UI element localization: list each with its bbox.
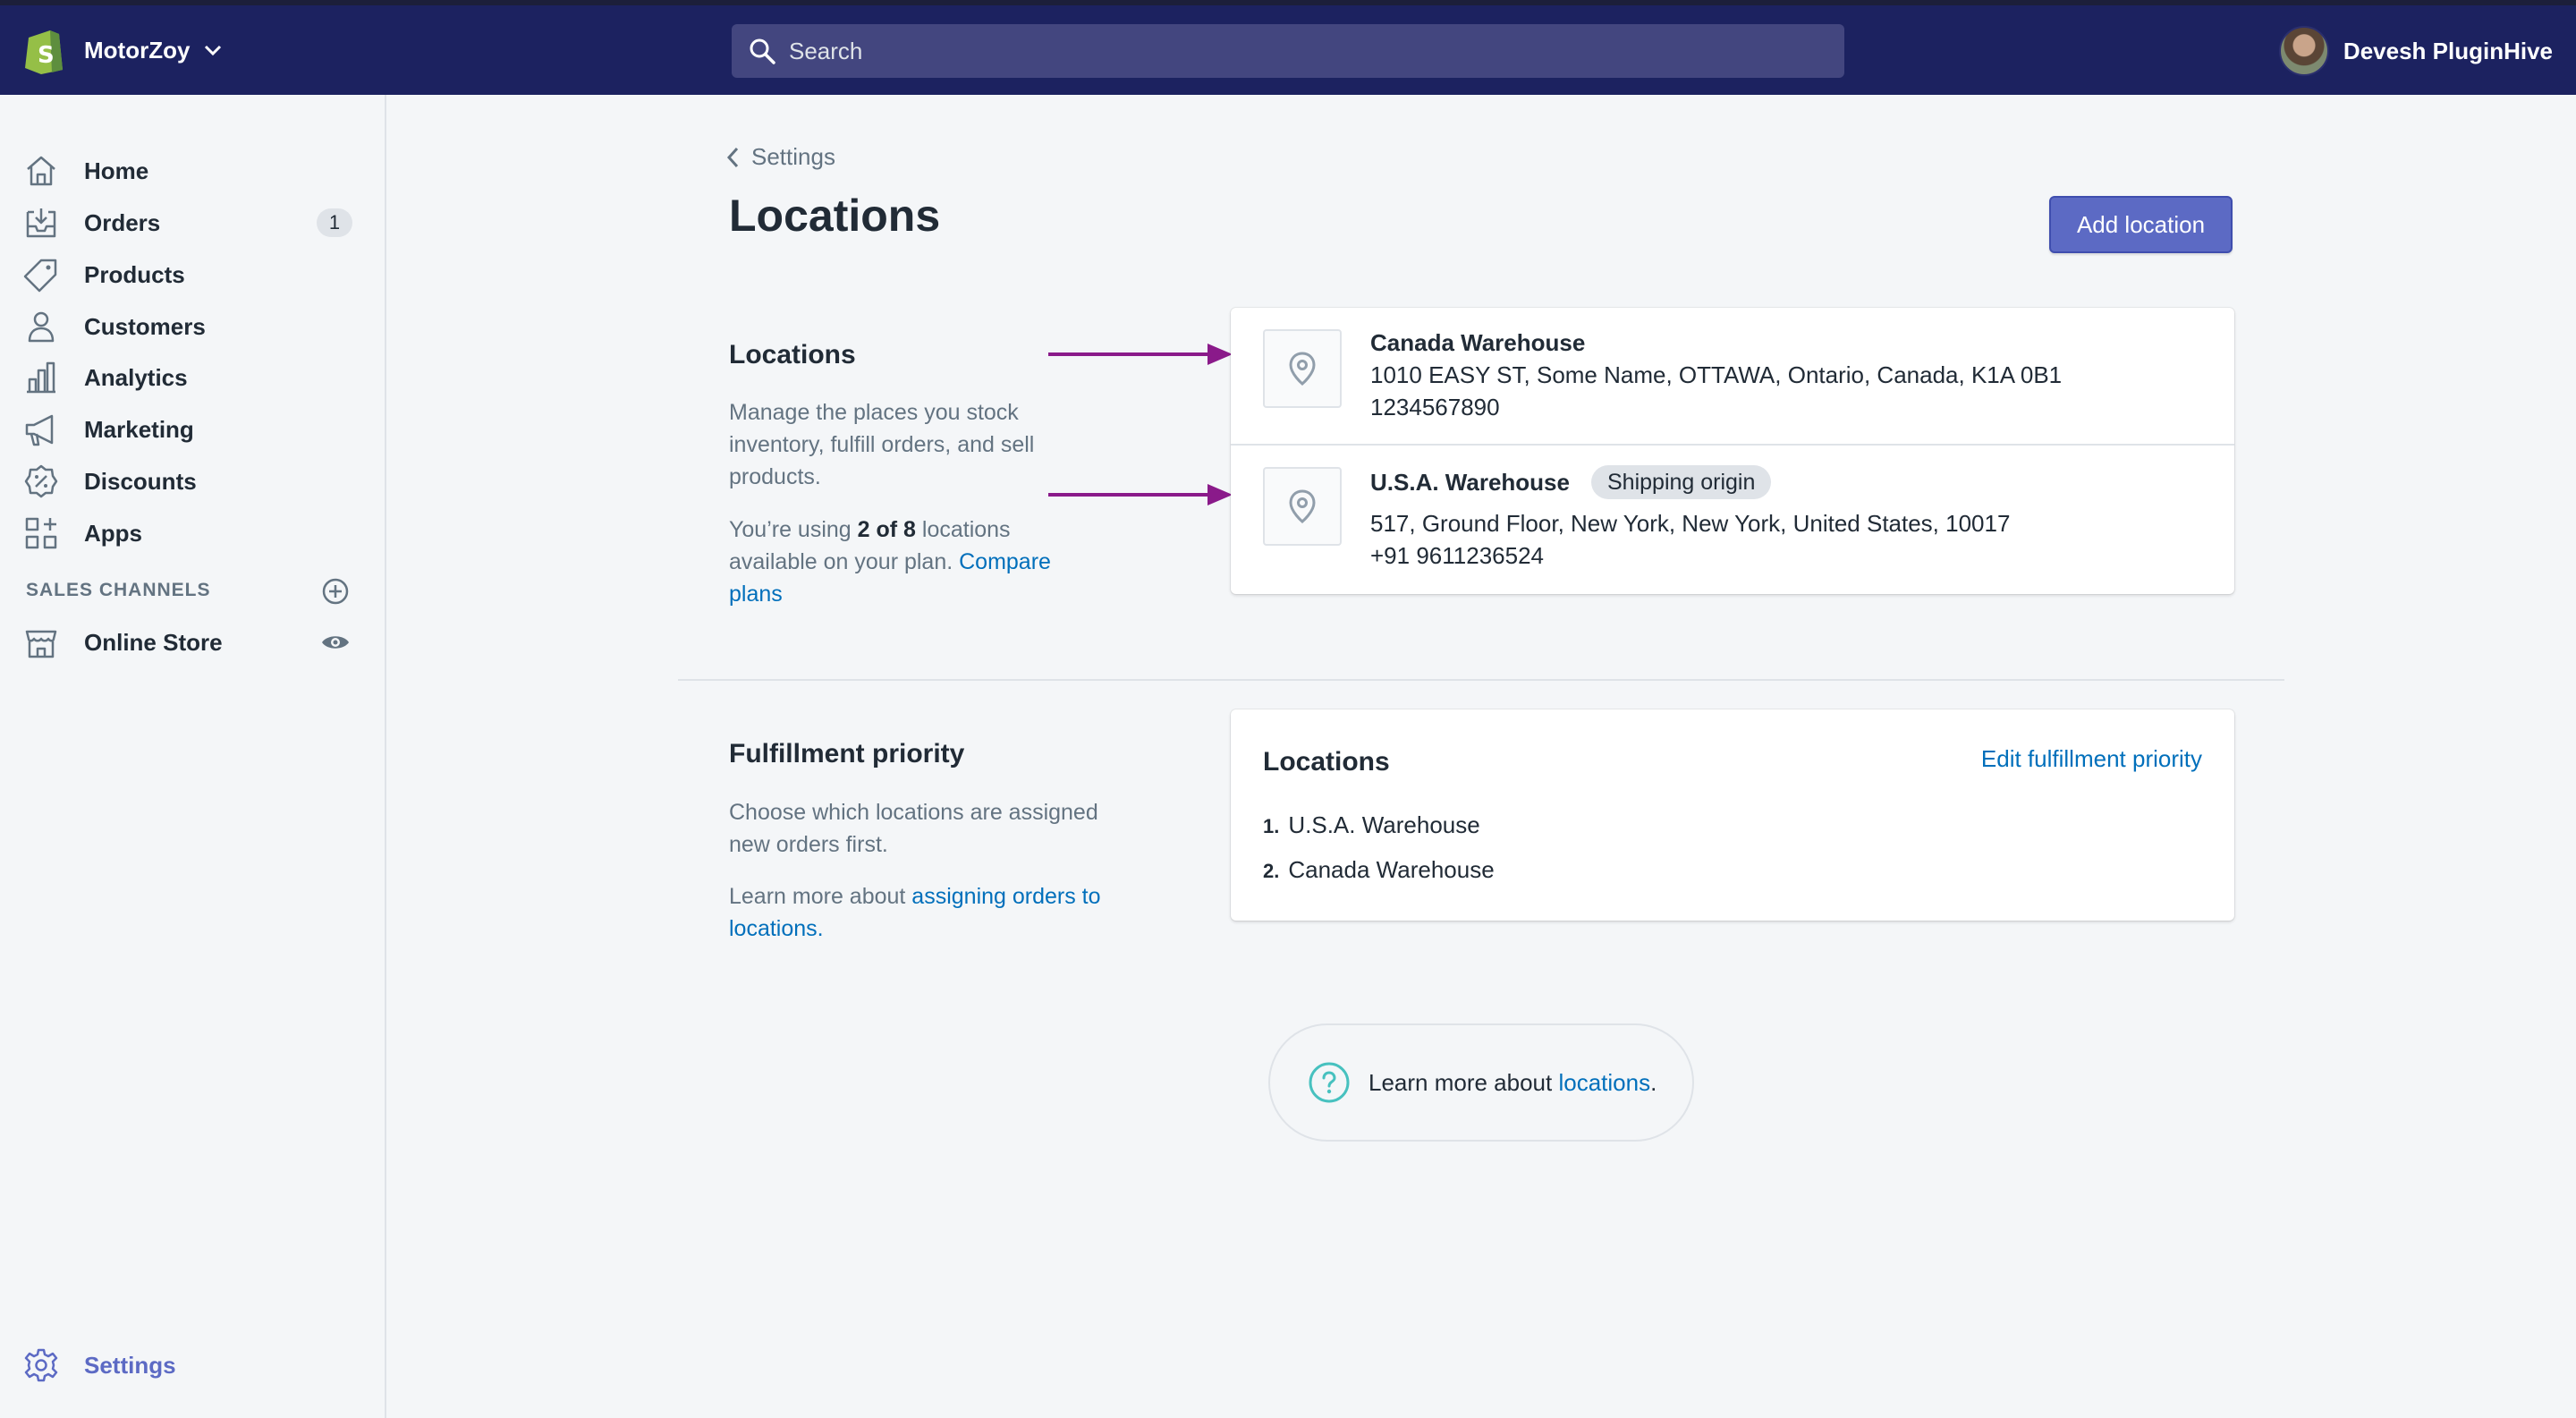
annotation-arrow-icon — [1048, 344, 1233, 365]
map-pin-icon — [1289, 352, 1316, 386]
priority-number: 2. — [1263, 860, 1280, 882]
sidebar-item-settings[interactable]: Settings — [0, 1339, 385, 1391]
location-row-usa[interactable]: U.S.A. Warehouse Shipping origin 517, Gr… — [1231, 446, 2234, 594]
section-divider — [678, 679, 2284, 681]
priority-location: U.S.A. Warehouse — [1288, 811, 1480, 838]
store-name: MotorZoy — [84, 36, 191, 64]
shipping-origin-badge: Shipping origin — [1591, 465, 1772, 499]
sidebar-item-products[interactable]: Products — [0, 249, 385, 301]
sidebar-item-label: Apps — [84, 519, 142, 547]
store-switcher[interactable]: S MotorZoy — [23, 25, 224, 75]
tag-icon — [23, 259, 57, 293]
locations-help-link[interactable]: locations — [1558, 1069, 1650, 1096]
fulfillment-section-heading: Fulfillment priority — [729, 739, 965, 768]
sidebar-item-label: Marketing — [84, 415, 194, 443]
location-address: 517, Ground Floor, New York, New York, U… — [1370, 510, 2011, 537]
avatar — [2278, 26, 2329, 76]
top-bar: S MotorZoy Devesh PluginHive — [0, 5, 2576, 95]
annotation-arrow-icon — [1048, 484, 1233, 505]
fulfillment-description: Choose which locations are assigned new … — [729, 800, 1098, 857]
location-phone: +91 9611236524 — [1370, 542, 1544, 569]
sidebar-item-discounts[interactable]: Discounts — [0, 455, 385, 507]
search-icon — [750, 38, 775, 64]
sidebar-item-label: Settings — [84, 1351, 176, 1379]
locations-card: Canada Warehouse 1010 EASY ST, Some Name… — [1231, 308, 2234, 594]
sidebar-item-label: Home — [84, 157, 149, 184]
priority-item: 2. Canada Warehouse — [1263, 856, 1495, 884]
sidebar-item-label: Customers — [84, 312, 206, 340]
add-location-button[interactable]: Add location — [2049, 196, 2233, 253]
help-circle-icon — [1309, 1062, 1350, 1103]
user-name: Devesh PluginHive — [2343, 37, 2553, 64]
search-bar[interactable] — [732, 24, 1844, 78]
person-icon — [28, 311, 55, 343]
priority-location: Canada Warehouse — [1288, 856, 1495, 883]
bar-chart-icon — [27, 361, 55, 394]
sidebar-item-orders[interactable]: Orders 1 — [0, 197, 385, 249]
gear-icon — [24, 1348, 58, 1382]
sales-channels-heading: SALES CHANNELS — [26, 580, 211, 600]
help-text: Learn more about locations. — [1368, 1068, 1657, 1096]
map-pin-icon — [1289, 489, 1316, 523]
sidebar: Home Orders 1 Products Customers Analyti… — [0, 95, 386, 1418]
sidebar-item-marketing[interactable]: Marketing — [0, 403, 385, 455]
location-name: U.S.A. Warehouse — [1370, 469, 1570, 496]
sidebar-item-home[interactable]: Home — [0, 145, 385, 197]
sidebar-item-label: Products — [84, 260, 185, 288]
store-icon — [25, 630, 57, 658]
fulfillment-learn-more: Learn more about assigning orders to loc… — [729, 884, 1101, 941]
help-footer: Learn more about locations. — [1268, 1023, 1694, 1142]
location-name: Canada Warehouse — [1370, 329, 1586, 356]
location-pin-box — [1263, 329, 1342, 408]
chevron-down-icon — [205, 45, 222, 56]
discount-icon — [24, 464, 58, 498]
locations-description: Manage the places you stock inventory, f… — [729, 400, 1035, 489]
location-address: 1010 EASY ST, Some Name, OTTAWA, Ontario… — [1370, 361, 2063, 388]
breadcrumb-label: Settings — [751, 143, 835, 170]
sidebar-item-label: Discounts — [84, 467, 197, 495]
location-phone: 1234567890 — [1370, 394, 1500, 420]
eye-icon[interactable] — [320, 627, 351, 658]
location-row-canada[interactable]: Canada Warehouse 1010 EASY ST, Some Name… — [1231, 308, 2234, 444]
megaphone-icon — [25, 414, 54, 446]
orders-icon — [26, 208, 56, 238]
location-pin-box — [1263, 467, 1342, 546]
sidebar-item-analytics[interactable]: Analytics — [0, 352, 385, 403]
svg-text:S: S — [38, 42, 55, 69]
home-icon — [27, 156, 55, 186]
priority-number: 1. — [1263, 815, 1280, 837]
breadcrumb[interactable]: Settings — [724, 143, 835, 171]
sidebar-item-label: Online Store — [84, 628, 223, 656]
locations-usage: You’re using 2 of 8 locations available … — [729, 517, 1051, 607]
usage-count: 2 of 8 — [857, 517, 916, 542]
chevron-left-icon — [726, 147, 739, 167]
sidebar-item-online-store[interactable]: Online Store — [0, 616, 385, 668]
search-input[interactable] — [789, 37, 1773, 65]
card-title: Locations — [1263, 747, 1390, 777]
sidebar-item-label: Analytics — [84, 363, 188, 391]
apps-icon — [25, 517, 57, 549]
edit-fulfillment-priority-link[interactable]: Edit fulfillment priority — [1981, 745, 2202, 773]
priority-item: 1. U.S.A. Warehouse — [1263, 811, 1480, 839]
sidebar-item-label: Orders — [84, 208, 161, 236]
add-circle-icon[interactable] — [320, 576, 351, 607]
fulfillment-card: Locations Edit fulfillment priority 1. U.… — [1231, 709, 2234, 921]
sidebar-item-customers[interactable]: Customers — [0, 301, 385, 352]
shopify-logo-icon: S — [25, 30, 63, 74]
page-title: Locations — [729, 191, 941, 241]
sidebar-item-apps[interactable]: Apps — [0, 507, 385, 559]
user-menu[interactable]: Devesh PluginHive — [2278, 26, 2553, 76]
orders-count-badge: 1 — [317, 208, 352, 237]
locations-section-heading: Locations — [729, 340, 856, 369]
